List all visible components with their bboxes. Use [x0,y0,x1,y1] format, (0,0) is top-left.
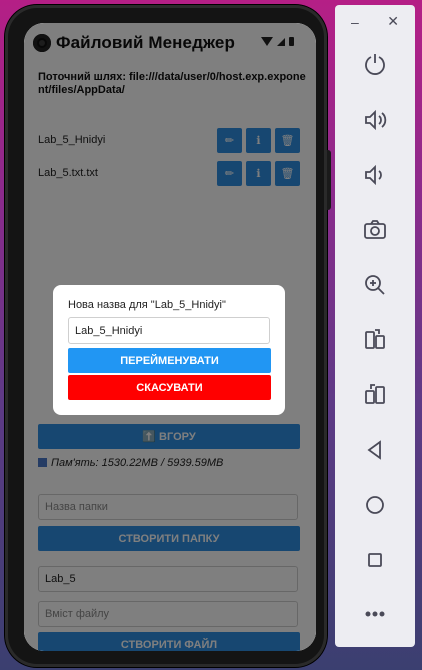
more-button[interactable] [335,601,415,627]
phone-side-key [327,150,331,210]
phone-frame: Файловий Менеджер Поточний шлях: file://… [5,5,327,667]
close-button[interactable]: ✕ [387,13,399,30]
rotate-right-button[interactable] [335,382,415,408]
power-button[interactable] [335,51,415,77]
dialog-label: Нова назва для "Lab_5_Hnidyi" [68,299,226,311]
volume-down-icon [365,164,382,186]
volume-down-button[interactable] [335,162,415,188]
zoom-icon [365,275,385,295]
rename-dialog: Нова назва для "Lab_5_Hnidyi" Lab_5_Hnid… [53,285,285,415]
overview-icon [368,553,382,567]
overview-button[interactable] [335,547,415,573]
rename-input[interactable]: Lab_5_Hnidyi [68,317,270,344]
more-icon [365,611,385,617]
minimize-button[interactable]: – [351,14,359,30]
rotate-right-icon [365,384,385,404]
rename-confirm-button[interactable]: ПЕРЕЙМЕНУВАТИ [68,348,271,373]
emulator-toolbar: – ✕ [335,5,415,647]
volume-up-button[interactable] [335,107,415,133]
rotate-left-button[interactable] [335,327,415,353]
rename-cancel-button[interactable]: СКАСУВАТИ [68,375,271,400]
zoom-button[interactable] [335,272,415,298]
power-icon [365,54,385,75]
back-icon [367,440,381,460]
rotate-left-icon [365,329,385,349]
home-icon [366,496,384,514]
back-button[interactable] [335,437,415,463]
home-button[interactable] [335,492,415,518]
phone-screen: Файловий Менеджер Поточний шлях: file://… [24,23,316,651]
camera-icon [364,220,386,239]
screenshot-button[interactable] [335,217,415,243]
window-controls: – ✕ [335,13,415,30]
volume-up-icon [365,109,387,131]
